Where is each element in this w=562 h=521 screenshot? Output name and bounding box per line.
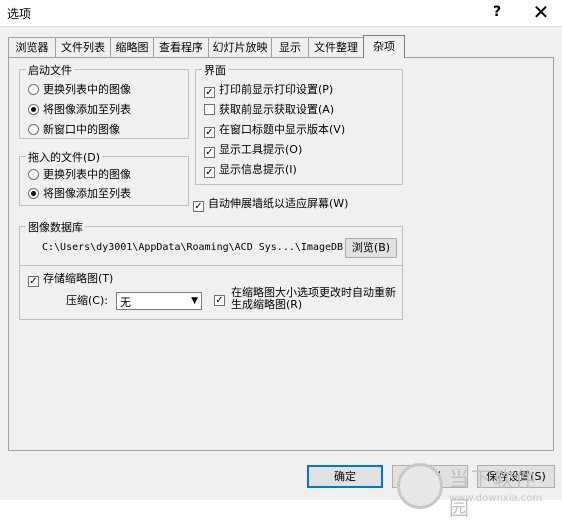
option-label: 获取前显示获取设置(A) (219, 103, 335, 116)
interface-group: 界面 ✓ 打印前显示打印设置(P) 获取前显示获取设置(A) ✓ 在窗口标题中显示版… (195, 62, 403, 185)
help-button[interactable]: ? (486, 4, 508, 22)
tab-thumbnails[interactable]: 缩略图 (110, 37, 154, 57)
dragged-add-radio[interactable]: 将图像添加至列表 (28, 186, 131, 202)
tab-display[interactable]: 显示 (271, 37, 309, 57)
title-version-checkbox[interactable]: ✓ 在窗口标题中显示版本(V) (204, 122, 345, 138)
radio-icon (28, 84, 39, 95)
option-label: 新窗口中的图像 (43, 123, 120, 136)
option-label: 将图像添加至列表 (43, 187, 131, 200)
startup-files-label: 启动文件 (26, 62, 74, 78)
tab-viewer[interactable]: 查看程序 (153, 37, 209, 57)
option-label: 显示信息提示(I) (219, 163, 297, 176)
checkbox-checked-icon: ✓ (28, 276, 39, 287)
checkbox-checked-icon: ✓ (204, 147, 215, 158)
checkbox-icon (204, 104, 215, 115)
store-thumbs-checkbox[interactable]: ✓ 存储缩略图(T) (28, 271, 113, 287)
checkbox-checked-icon: ✓ (204, 87, 215, 98)
image-db-group: 图像数据库 C:\Users\dy3001\AppData\Roaming\AC… (19, 219, 403, 320)
checkbox-checked-icon: ✓ (204, 167, 215, 178)
option-label: 自动伸展墙纸以适应屏幕(W) (208, 197, 349, 210)
dropdown-arrow-icon: ▼ (191, 296, 198, 306)
tab-browser[interactable]: 浏览器 (8, 37, 56, 57)
radio-icon (28, 124, 39, 135)
browse-button[interactable]: 浏览(B) (345, 238, 397, 258)
option-label: 更换列表中的图像 (43, 168, 131, 181)
dialog-client: 浏览器 文件列表 缩略图 查看程序 幻灯片放映 显示 文件整理 杂项 启动文件 … (0, 26, 562, 520)
acquire-settings-checkbox[interactable]: 获取前显示获取设置(A) (204, 102, 334, 118)
radio-selected-icon (28, 188, 39, 199)
tab-misc[interactable]: 杂项 (363, 35, 405, 58)
regen-label-line2: 生成缩略图(R) (231, 298, 303, 311)
startup-replace-radio[interactable]: 更换列表中的图像 (28, 82, 131, 98)
interface-label: 界面 (202, 62, 228, 78)
dragged-files-label: 拖入的文件(D) (26, 149, 103, 165)
infotips-checkbox[interactable]: ✓ 显示信息提示(I) (204, 162, 297, 178)
separator (20, 265, 402, 266)
watermark-url: www.downxia.com (449, 493, 543, 504)
regen-label: 在缩略图大小选项更改时自动重新 生成缩略图(R) (231, 287, 396, 311)
radio-icon (28, 169, 39, 180)
compress-label: 压缩(C): (66, 294, 108, 307)
option-label: 将图像添加至列表 (43, 103, 131, 116)
option-label: 存储缩略图(T) (43, 272, 114, 285)
db-path-text: C:\Users\dy3001\AppData\Roaming\ACD Sys.… (42, 242, 368, 253)
tab-file-organize[interactable]: 文件整理 (308, 37, 364, 57)
option-label: 在窗口标题中显示版本(V) (219, 123, 346, 136)
startup-new-window-radio[interactable]: 新窗口中的图像 (28, 122, 120, 138)
close-button[interactable]: ✕ (526, 1, 556, 23)
misc-panel: 启动文件 更换列表中的图像 将图像添加至列表 新窗口中的图像 拖入的文件(D) … (8, 57, 554, 451)
dragged-replace-radio[interactable]: 更换列表中的图像 (28, 167, 131, 183)
print-settings-checkbox[interactable]: ✓ 打印前显示打印设置(P) (204, 82, 333, 98)
tooltips-checkbox[interactable]: ✓ 显示工具提示(O) (204, 142, 302, 158)
startup-files-group: 启动文件 更换列表中的图像 将图像添加至列表 新窗口中的图像 (19, 62, 189, 139)
checkbox-checked-icon: ✓ (193, 201, 204, 212)
checkbox-checked-icon: ✓ (204, 127, 215, 138)
auto-stretch-checkbox[interactable]: ✓ 自动伸展墙纸以适应屏幕(W) (193, 196, 348, 212)
watermark-logo-icon (397, 463, 443, 509)
tab-slideshow[interactable]: 幻灯片放映 (208, 37, 272, 57)
checkbox-checked-icon: ✓ (214, 295, 225, 306)
compress-value: 无 (120, 296, 131, 309)
window-title: 选项 (7, 7, 32, 21)
tab-file-list[interactable]: 文件列表 (55, 37, 111, 57)
dragged-files-group: 拖入的文件(D) 更换列表中的图像 将图像添加至列表 (19, 149, 189, 206)
startup-add-radio[interactable]: 将图像添加至列表 (28, 102, 131, 118)
watermark: 当下软件园 www.downxia.com (397, 459, 557, 520)
option-label: 显示工具提示(O) (219, 143, 303, 156)
compress-select[interactable]: 无 ▼ (116, 292, 202, 310)
ok-button[interactable]: 确定 (307, 465, 383, 488)
option-label: 更换列表中的图像 (43, 83, 131, 96)
image-db-label: 图像数据库 (26, 219, 85, 235)
radio-selected-icon (28, 104, 39, 115)
option-label: 打印前显示打印设置(P) (219, 83, 334, 96)
watermark-text: 当下软件园 (449, 467, 537, 520)
title-bar: 选项 ? ✕ (0, 0, 562, 26)
